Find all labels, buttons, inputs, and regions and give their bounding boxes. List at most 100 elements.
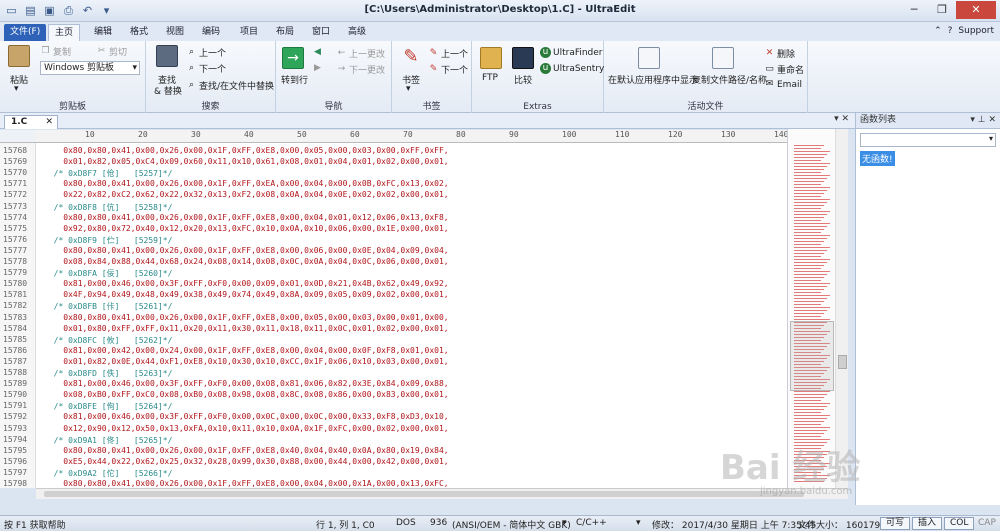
close-tab-icon[interactable]: ✕ <box>45 116 53 129</box>
paste-button[interactable]: 粘贴 <box>10 73 28 86</box>
delete-file-button[interactable]: ✕ 删除 <box>764 47 795 60</box>
code-comment-line: /* 0xD8FB [佧] [5261]*/ <box>44 302 173 312</box>
find-replace-button[interactable]: & 替换 <box>154 84 182 97</box>
horizontal-scroll-thumb[interactable] <box>44 491 804 497</box>
tab-view[interactable]: 视图 <box>160 24 190 41</box>
minimap-line <box>794 250 827 251</box>
writable-toggle[interactable]: 可写 <box>880 517 911 530</box>
minimap-line <box>794 181 824 182</box>
horizontal-scrollbar[interactable] <box>36 488 848 499</box>
minimap-viewport[interactable] <box>790 321 834 391</box>
vertical-scrollbar[interactable] <box>835 129 848 488</box>
compare-button[interactable]: 比较 <box>514 73 532 86</box>
line-number: 15788 <box>3 368 28 377</box>
minimap-line <box>794 298 827 299</box>
find-in-files-button[interactable]: ⌕ 查找/在文件中替换 <box>186 79 274 92</box>
status-syntax[interactable]: C/C++ <box>576 518 607 528</box>
open-default-app-button[interactable]: 在默认应用程序中显示 <box>608 73 698 86</box>
tab-edit[interactable]: 编辑 <box>88 24 118 41</box>
minimap-line <box>794 163 830 164</box>
next-change-button[interactable]: → 下一更改 <box>336 63 385 76</box>
tab-file[interactable]: 文件(F) <box>4 24 47 41</box>
find-prev-button[interactable]: ⌕ 上一个 <box>186 46 226 59</box>
copy-path-button[interactable]: 复制文件路径/名称 <box>692 73 767 86</box>
tab-home[interactable]: 主页 <box>48 24 81 41</box>
find-in-files-icon: ⌕ <box>188 80 195 90</box>
tab-advanced[interactable]: 高级 <box>342 24 372 41</box>
function-list-title: 函数列表 <box>860 115 897 125</box>
minimap-line <box>794 196 821 197</box>
copy-label: 复制 <box>53 48 72 58</box>
bookmark-dropdown-icon[interactable]: ▾ <box>406 84 411 94</box>
clipboard-select[interactable]: Windows 剪贴板 ▾ <box>40 61 140 75</box>
nav-back-icon[interactable]: ◀ <box>314 47 321 57</box>
goto-line-button[interactable]: 转到行 <box>281 73 308 86</box>
cut-button[interactable]: ✂ 剪切 <box>96 45 127 58</box>
document-tab[interactable]: 1.C ✕ <box>4 115 58 129</box>
tab-format[interactable]: 格式 <box>124 24 154 41</box>
code-comment-line: /* 0xD8F8 [伉] [5258]*/ <box>44 202 173 212</box>
insert-toggle[interactable]: 插入 <box>912 517 943 530</box>
minimap[interactable] <box>787 129 835 488</box>
email-file-button[interactable]: ✉ Email <box>764 79 802 90</box>
copy-button[interactable]: ❐ 复制 <box>40 45 71 58</box>
column-mode-toggle[interactable]: COL <box>944 517 975 530</box>
bookmark-prev-button[interactable]: ✎ 上一个 <box>428 47 468 60</box>
minimap-line <box>794 238 827 239</box>
minimap-line <box>794 394 827 395</box>
clipboard-select-value: Windows 剪贴板 <box>44 63 115 73</box>
tab-window[interactable]: 窗口 <box>306 24 336 41</box>
navigate-group-label: 导航 <box>324 102 343 112</box>
status-line-ending[interactable]: DOS <box>396 518 416 528</box>
bookmark-icon: ✎ <box>403 46 419 67</box>
tab-layout[interactable]: 布局 <box>270 24 300 41</box>
line-number: 15780 <box>3 279 28 289</box>
paste-dropdown-icon[interactable]: ▾ <box>14 84 19 94</box>
panel-pin-icon[interactable]: ▾ ⊥ ✕ <box>970 113 996 128</box>
code-data-line: 0x01,0x82,0x05,0xC4,0x09,0x60,0x11,0x10,… <box>44 157 449 167</box>
code-comment-line: /* 0xD8F7 [伧] [5257]*/ <box>44 169 173 179</box>
prev-change-button[interactable]: ← 上一更改 <box>336 47 385 60</box>
ruler-mark: 20 <box>138 130 148 139</box>
prev-change-label: 上一更改 <box>349 50 386 60</box>
rename-file-button[interactable]: ▭ 重命名 <box>764 63 804 76</box>
close-button[interactable]: ✕ <box>956 1 996 19</box>
function-filter-select[interactable]: ▾ <box>860 133 996 147</box>
support-menu[interactable]: Support <box>958 26 994 36</box>
ruler-mark: 130 <box>721 130 736 139</box>
ribbon-minimize-icon[interactable]: ⌃ <box>934 26 942 36</box>
ultrafinder-button[interactable]: u UltraFinder <box>540 47 603 58</box>
nav-forward-icon[interactable]: ▶ <box>314 63 321 73</box>
tab-list-icon[interactable]: ▾ ✕ <box>834 114 849 124</box>
minimap-line <box>794 424 821 425</box>
line-number: 15797 <box>3 467 28 477</box>
encoding-dropdown-icon[interactable]: ▾ <box>562 518 567 528</box>
find-next-button[interactable]: ⌕ 下一个 <box>186 62 226 75</box>
line-number: 15769 <box>3 157 28 167</box>
vertical-scroll-thumb[interactable] <box>838 355 847 369</box>
syntax-dropdown-icon[interactable]: ▾ <box>636 518 641 528</box>
ftp-button[interactable]: FTP <box>482 73 498 83</box>
ultrasentry-button[interactable]: u UltraSentry <box>540 63 604 74</box>
navigate-group: → 转到行 ◀ ▶ ← 上一更改 → 下一更改 导航 <box>276 41 392 113</box>
minimap-line <box>794 226 827 227</box>
editor[interactable]: 15768 15769 15770 15771 15772 15773 15774 15775… <box>0 143 787 488</box>
status-encoding[interactable]: (ANSI/OEM - 简体中文 GBK) <box>452 518 571 531</box>
minimap-line <box>794 280 821 281</box>
bookmark-button[interactable]: 书签 <box>402 73 420 86</box>
ruler-mark: 120 <box>668 130 683 139</box>
maximize-button[interactable]: ❐ <box>928 1 956 19</box>
copy-path-icon <box>712 47 734 69</box>
help-icon[interactable]: ? <box>948 26 953 36</box>
tab-project[interactable]: 项目 <box>234 24 264 41</box>
minimap-line <box>794 247 830 248</box>
bookmark-next-icon: ✎ <box>429 64 438 74</box>
status-modified: 修改： 2017/4/30 星期日 上午 7:35:45 <box>652 521 817 531</box>
tab-encoding[interactable]: 编码 <box>196 24 226 41</box>
code-data-line: 0x80,0x80,0x41,0x00,0x26,0x00,0x1F,0xFF,… <box>44 146 449 155</box>
minimap-line <box>794 145 824 146</box>
minimize-button[interactable]: ─ <box>900 1 928 19</box>
bookmark-next-button[interactable]: ✎ 下一个 <box>428 63 468 76</box>
minimap-line <box>794 151 830 152</box>
minimap-line <box>794 256 821 257</box>
